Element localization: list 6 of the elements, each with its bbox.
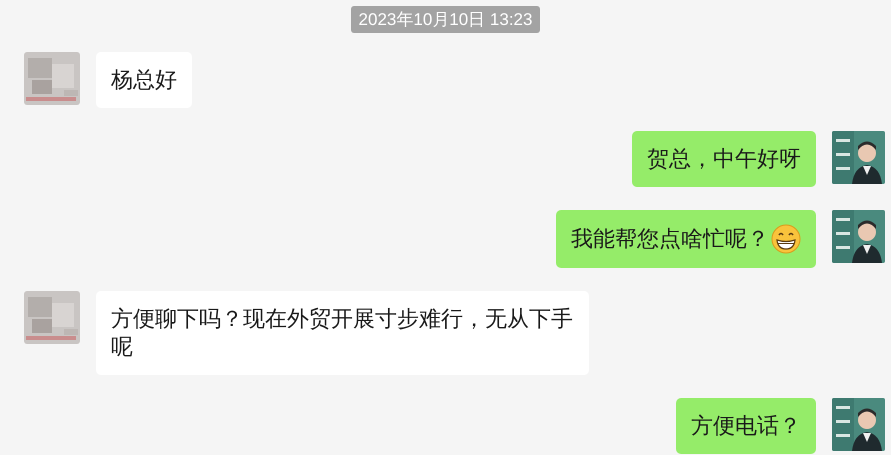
- message-text: 贺总，中午好呀: [647, 145, 801, 173]
- message-text: 方便聊下吗？现在外贸开展寸步难行，无从下手呢: [111, 305, 574, 361]
- timestamp: 2023年10月10日 13:23: [350, 6, 540, 33]
- message-text: 方便电话？: [691, 412, 801, 440]
- message-text: 我能帮您点啥忙呢？: [571, 225, 769, 253]
- message-text: 杨总好: [111, 66, 177, 94]
